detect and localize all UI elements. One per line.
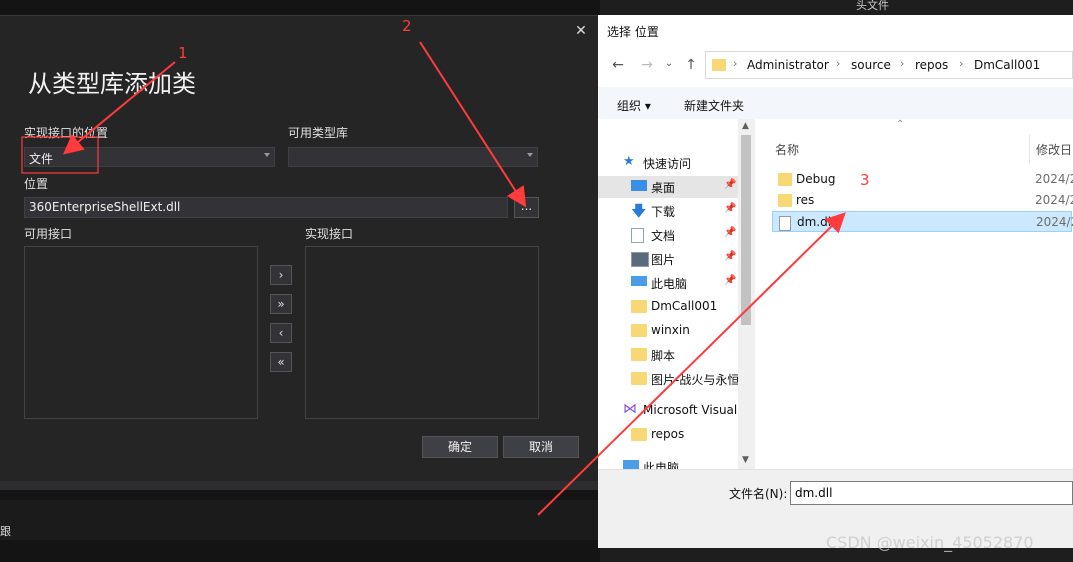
highlight-box (21, 136, 99, 174)
arrow-step1 (62, 61, 176, 155)
annotation-label-1: 1 (178, 44, 188, 62)
annotation-label-3: 3 (860, 171, 870, 189)
annotation-layer (21, 41, 846, 516)
annotation-label-2: 2 (402, 17, 412, 35)
watermark-text: CSDN @weixin_45052870 (826, 533, 1034, 552)
arrow-step2 (419, 41, 527, 208)
arrow-step3 (537, 212, 846, 516)
